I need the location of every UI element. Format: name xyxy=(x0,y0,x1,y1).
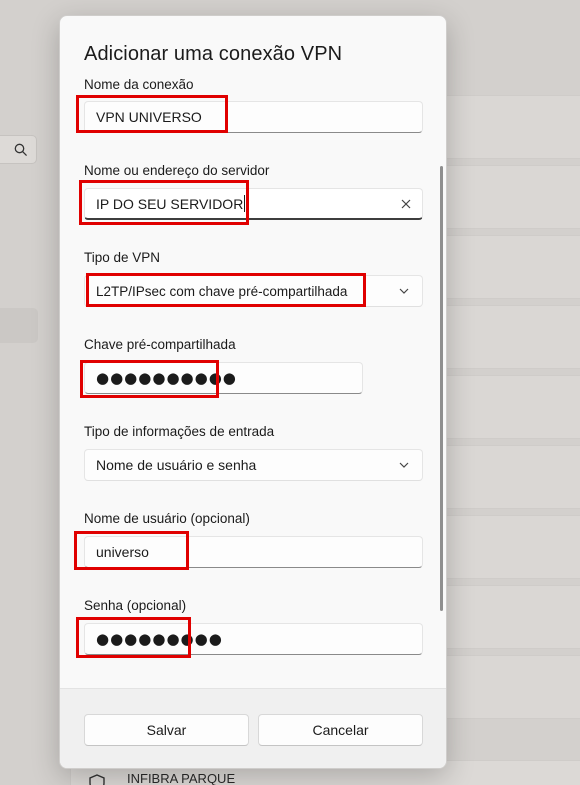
signin-type-label: Tipo de informações de entrada xyxy=(84,424,275,439)
username-value: universo xyxy=(96,544,149,560)
connection-name-input[interactable]: VPN UNIVERSO xyxy=(84,101,423,133)
chevron-down-icon xyxy=(399,462,409,468)
connection-name-label: Nome da conexão xyxy=(84,77,194,92)
vpn-type-label: Tipo de VPN xyxy=(84,250,161,265)
vpn-item-title: INFIBRA PARQUE xyxy=(127,771,236,785)
save-button[interactable]: Salvar xyxy=(84,714,249,746)
server-label: Nome ou endereço do servidor xyxy=(84,163,270,178)
preshared-key-value: ●●●●●●●●●● xyxy=(96,369,237,387)
vpn-type-select[interactable]: L2TP/IPsec com chave pré-compartilhada xyxy=(84,275,423,307)
username-label: Nome de usuário (opcional) xyxy=(84,511,250,526)
signin-type-value: Nome de usuário e senha xyxy=(96,457,257,473)
preshared-key-input[interactable]: ●●●●●●●●●● xyxy=(84,362,363,394)
signin-type-select[interactable]: Nome de usuário e senha xyxy=(84,449,423,481)
username-input[interactable]: universo xyxy=(84,536,423,568)
chevron-down-icon xyxy=(399,288,409,294)
background-nav-selected-item[interactable] xyxy=(0,308,38,343)
server-value: IP DO SEU SERVIDOR xyxy=(96,195,244,212)
password-input[interactable]: ●●●●●●●●● xyxy=(84,623,423,655)
password-value: ●●●●●●●●● xyxy=(96,630,223,648)
shield-icon xyxy=(89,774,105,785)
cancel-button[interactable]: Cancelar xyxy=(258,714,423,746)
connection-name-value: VPN UNIVERSO xyxy=(96,109,202,125)
preshared-key-label: Chave pré-compartilhada xyxy=(84,337,236,352)
add-vpn-dialog: Adicionar uma conexão VPN Nome da conexã… xyxy=(59,15,447,769)
clear-icon[interactable] xyxy=(399,197,413,211)
dialog-footer: Salvar Cancelar xyxy=(60,688,446,768)
server-input[interactable]: IP DO SEU SERVIDOR xyxy=(84,188,423,220)
password-label: Senha (opcional) xyxy=(84,598,187,613)
text-caret xyxy=(244,195,246,212)
background-search-box[interactable] xyxy=(0,135,37,164)
dialog-scrollbar[interactable] xyxy=(440,166,443,611)
vpn-type-value: L2TP/IPsec com chave pré-compartilhada xyxy=(96,283,348,299)
dialog-title: Adicionar uma conexão VPN xyxy=(84,43,343,65)
search-icon xyxy=(14,143,27,156)
